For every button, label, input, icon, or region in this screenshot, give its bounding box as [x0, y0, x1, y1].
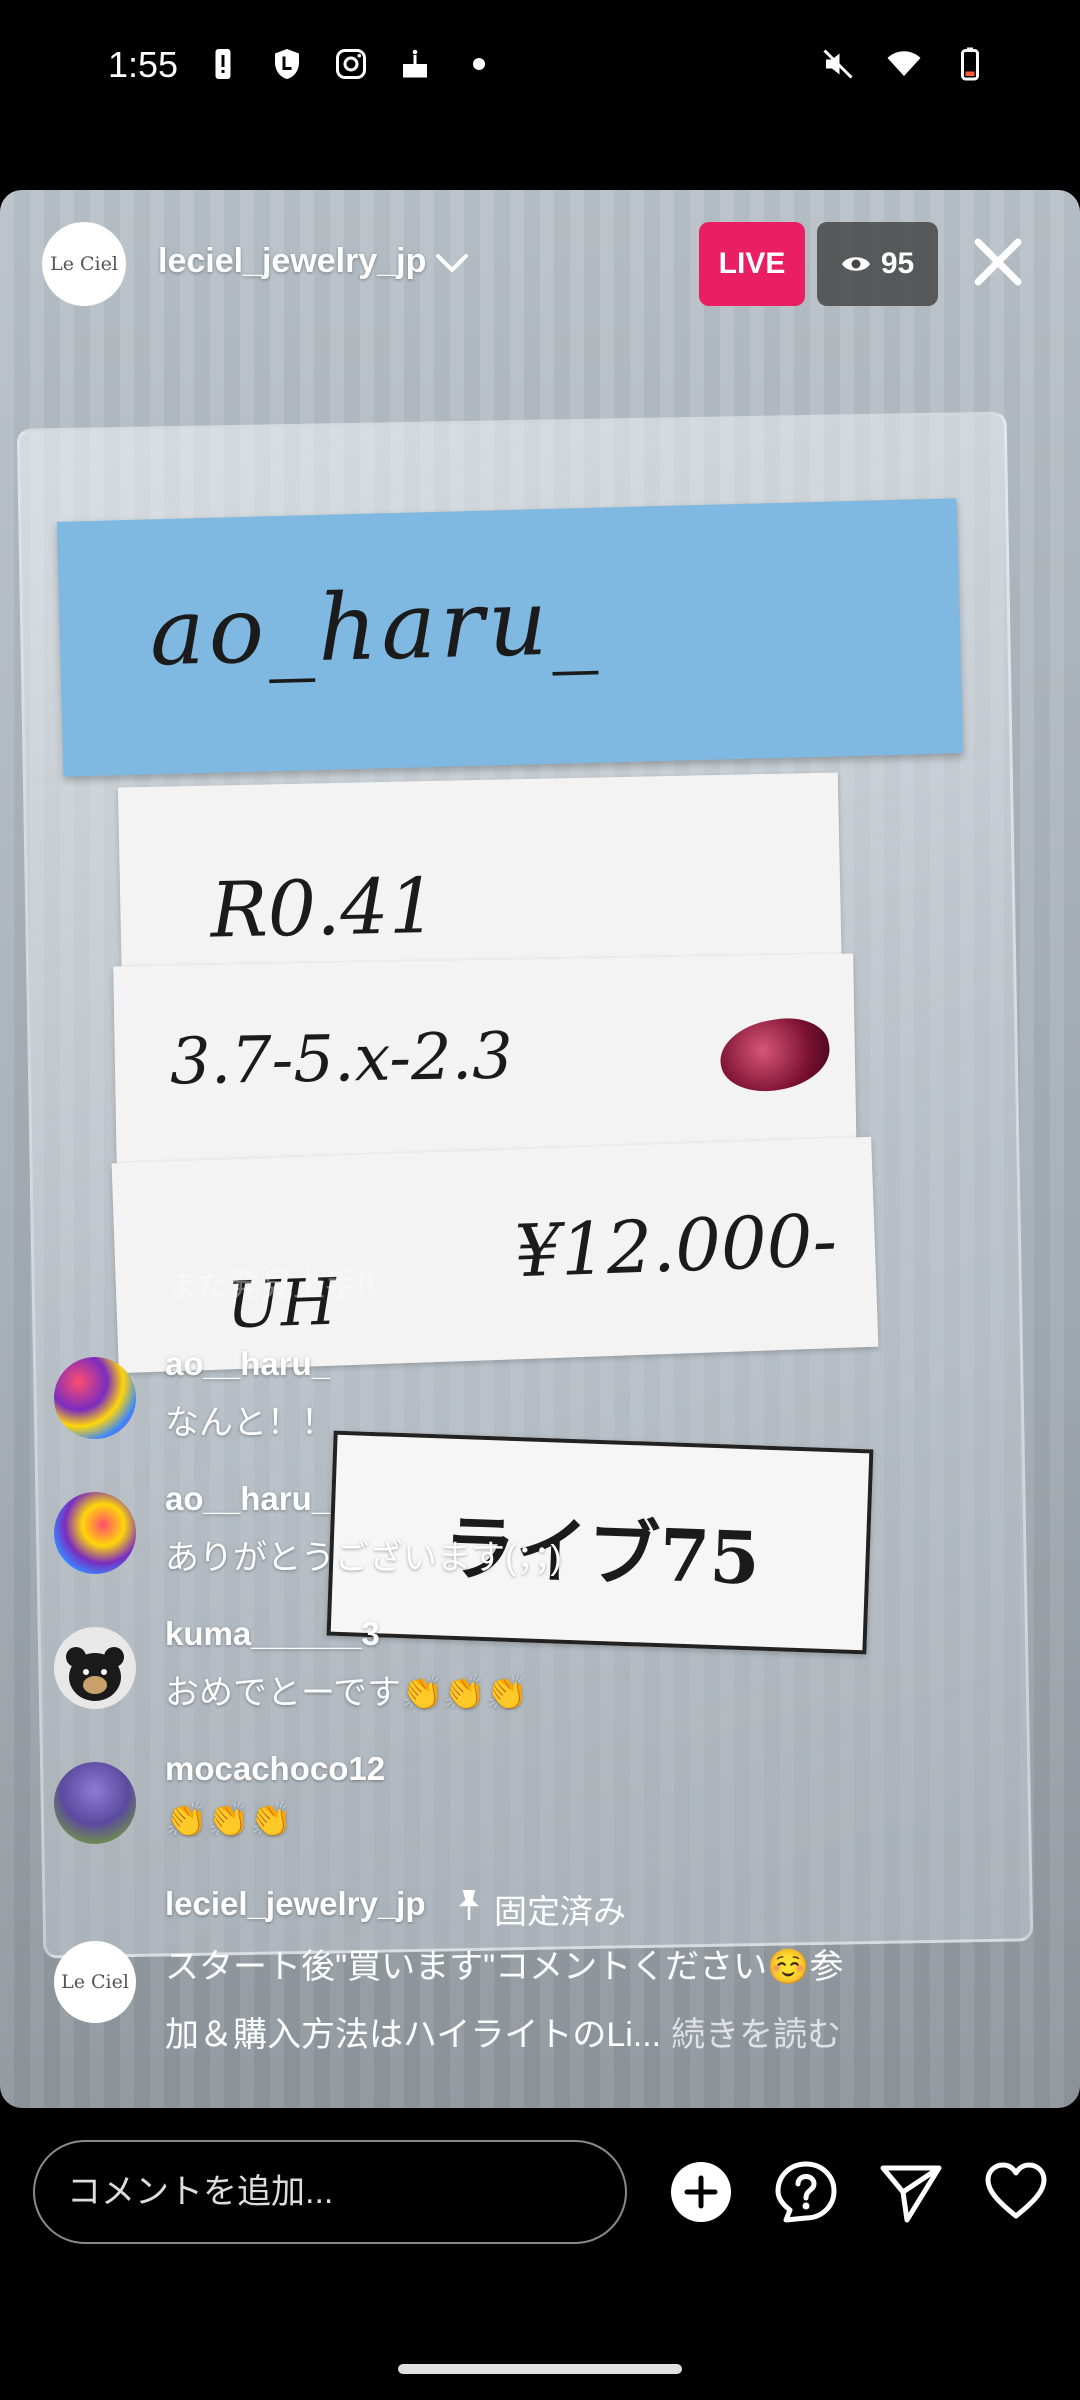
- comment-username[interactable]: ao__haru_: [165, 1345, 330, 1383]
- status-time: 1:55: [108, 44, 179, 85]
- host-avatar[interactable]: Le Ciel: [42, 222, 126, 306]
- fading-comment: また発見上手!!: [165, 1267, 375, 1303]
- pinned-label: 固定済み: [494, 1893, 626, 1930]
- like-button[interactable]: [981, 2157, 1051, 2227]
- comment-item[interactable]: kuma______3 おめでとーです👏👏👏: [54, 1615, 954, 1735]
- instagram-icon: [336, 49, 366, 79]
- comment-text: なんと！！: [165, 1404, 335, 1442]
- pinned-username[interactable]: leciel_jewelry_jp: [165, 1885, 426, 1923]
- price-label: UH ¥12.000-: [111, 1136, 879, 1374]
- eye-icon: [841, 257, 870, 271]
- comment-input[interactable]: [33, 2140, 627, 2244]
- close-icon: [974, 238, 1022, 286]
- comment-item[interactable]: ao__haru_ ありがとうございます(；；): [54, 1480, 954, 1600]
- bear-avatar-image: [66, 1647, 124, 1701]
- pinned-text-line1: スタート後"買います"コメントください☺️参: [165, 1948, 844, 1986]
- question-icon: [775, 2161, 837, 2223]
- viewer-count-badge[interactable]: 95: [817, 222, 938, 306]
- pinned-text-line2: 加＆購入方法はハイライトのLi... 続きを読む: [165, 2007, 841, 2056]
- read-more-link[interactable]: 続きを読む: [671, 2016, 841, 2054]
- spec-text-2: 3.7-5.x-2.3: [169, 1019, 514, 1100]
- avatar[interactable]: [54, 1627, 136, 1709]
- share-button[interactable]: [876, 2157, 946, 2227]
- name-tag: ao_haru_: [56, 498, 964, 777]
- send-icon: [880, 2165, 942, 2223]
- lock-shield-icon: [275, 49, 299, 79]
- cake-icon: [403, 49, 427, 78]
- chevron-down-icon[interactable]: [432, 248, 472, 278]
- live-badge: LIVE: [699, 222, 805, 306]
- add-button[interactable]: [666, 2157, 736, 2227]
- comment-text: ありがとうございます(；；): [165, 1539, 562, 1577]
- host-username[interactable]: leciel_jewelry_jp: [158, 242, 426, 281]
- wifi-icon: [887, 51, 921, 76]
- comment-username[interactable]: mocachoco12: [165, 1750, 385, 1788]
- pinned-comment[interactable]: Le Ciel leciel_jewelry_jp 固定済み スタート後"買いま…: [54, 1885, 1014, 2075]
- comment-item[interactable]: ao__haru_ なんと！！: [54, 1345, 954, 1465]
- comment-username[interactable]: kuma______3: [165, 1615, 380, 1653]
- comment-username[interactable]: ao__haru_: [165, 1480, 330, 1518]
- price-text: ¥12.000-: [513, 1198, 839, 1294]
- pin-icon: [459, 1890, 479, 1920]
- add-icon: [671, 2162, 731, 2222]
- status-right-icons: [820, 46, 988, 82]
- comment-item[interactable]: mocachoco12 👏👏👏: [54, 1750, 954, 1870]
- avatar[interactable]: [54, 1357, 136, 1439]
- spec-text-1: R0.41: [209, 860, 438, 955]
- heart-icon: [985, 2162, 1047, 2219]
- dot-icon: [473, 58, 485, 70]
- home-indicator[interactable]: [398, 2364, 682, 2374]
- comment-text: 👏👏👏: [165, 1801, 293, 1839]
- live-video[interactable]: ao_haru_ R0.41 3.7-5.x-2.3 UH ¥12.000- ラ…: [0, 190, 1080, 2108]
- question-button[interactable]: [771, 2157, 841, 2227]
- status-bar: 1:55: [0, 0, 1080, 130]
- avatar[interactable]: Le Ciel: [54, 1941, 136, 2023]
- battery-alert-icon: [215, 49, 231, 79]
- comment-text: おめでとーです👏👏👏: [165, 1674, 528, 1712]
- tag-name-text: ao_haru_: [148, 567, 603, 687]
- close-button[interactable]: [962, 226, 1034, 298]
- status-left-icons: [205, 46, 497, 82]
- avatar[interactable]: [54, 1492, 136, 1574]
- avatar[interactable]: [54, 1762, 136, 1844]
- viewer-count: 95: [880, 247, 915, 280]
- mute-icon: [823, 49, 853, 79]
- pinned-text-line2-content: 加＆購入方法はハイライトのLi...: [165, 2016, 662, 2054]
- battery-icon: [961, 47, 979, 81]
